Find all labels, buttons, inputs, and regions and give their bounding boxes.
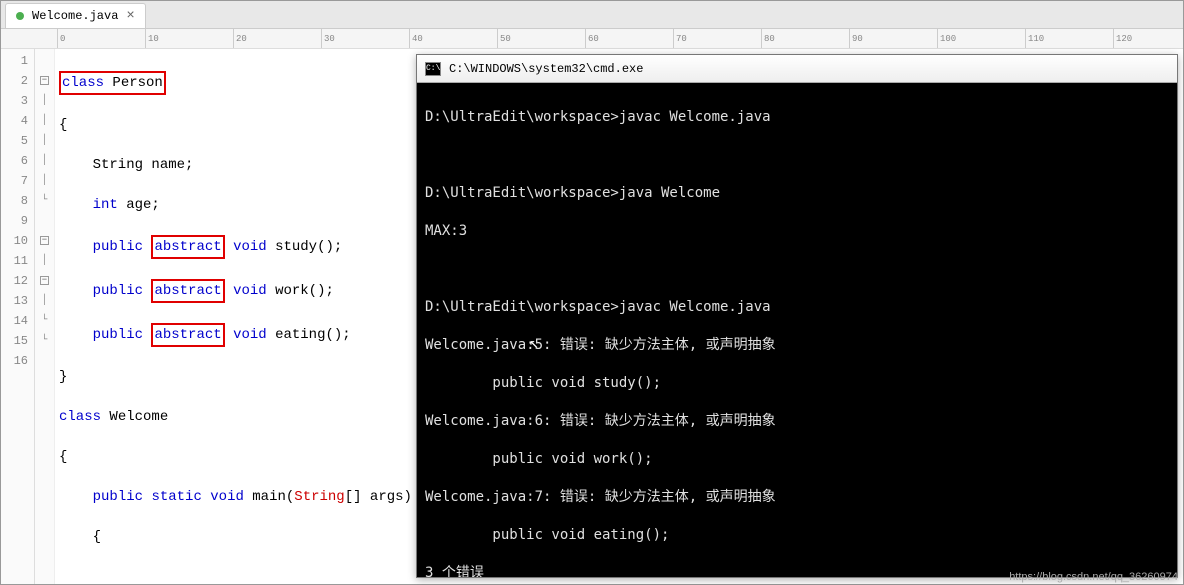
code-token: void (233, 283, 267, 299)
code-token: public (93, 239, 143, 255)
cmd-line: public void work(); (425, 450, 1169, 469)
cmd-line: public void study(); (425, 374, 1169, 393)
code-token: study(); (267, 239, 343, 255)
line-number: 11 (1, 251, 28, 271)
code-token (143, 283, 151, 299)
code-token (202, 489, 210, 505)
code-token: age; (118, 197, 160, 213)
code-token (225, 283, 233, 299)
code-token: Welcome (101, 409, 168, 425)
line-number: 16 (1, 351, 28, 371)
cmd-line: D:\UltraEdit\workspace>javac Welcome.jav… (425, 298, 1169, 317)
ruler-tick: 80 (761, 29, 849, 48)
code-token (143, 239, 151, 255)
line-number: 9 (1, 211, 28, 231)
line-number: 1 (1, 51, 28, 71)
fold-minus-icon[interactable]: − (40, 276, 49, 285)
line-number: 5 (1, 131, 28, 151)
tab-bar: Welcome.java × (1, 1, 1183, 29)
tab-welcome-java[interactable]: Welcome.java × (5, 3, 146, 28)
line-number: 3 (1, 91, 28, 111)
watermark: https://blog.csdn.net/qq_36260974 (1009, 571, 1178, 583)
ruler-tick: 40 (409, 29, 497, 48)
code-token (143, 327, 151, 343)
cmd-titlebar[interactable]: C:\ C:\WINDOWS\system32\cmd.exe (417, 55, 1177, 83)
cmd-line: D:\UltraEdit\workspace>java Welcome (425, 184, 1169, 203)
code-token (59, 327, 93, 343)
line-number: 2 (1, 71, 28, 91)
fold-minus-icon[interactable]: − (40, 236, 49, 245)
code-token: main( (244, 489, 294, 505)
code-token: void (233, 239, 267, 255)
ruler-tick: 110 (1025, 29, 1113, 48)
cmd-icon: C:\ (425, 62, 441, 76)
code-token (59, 197, 93, 213)
code-token: abstract (154, 283, 221, 299)
code-token: class (59, 409, 101, 425)
code-token: abstract (154, 239, 221, 255)
code-token: public (93, 283, 143, 299)
code-token: int (93, 197, 118, 213)
ruler-tick: 70 (673, 29, 761, 48)
fold-column: − │││││└ − │ − │└└ (35, 49, 55, 584)
ruler-tick: 50 (497, 29, 585, 48)
tab-label: Welcome.java (32, 9, 118, 23)
code-token: [] args) (345, 489, 412, 505)
ruler-tick: 100 (937, 29, 1025, 48)
code-token: public (93, 327, 143, 343)
code-token (59, 239, 93, 255)
cmd-window[interactable]: C:\ C:\WINDOWS\system32\cmd.exe D:\Ultra… (416, 54, 1178, 578)
cmd-title-text: C:\WINDOWS\system32\cmd.exe (449, 62, 643, 76)
cmd-body[interactable]: D:\UltraEdit\workspace>javac Welcome.jav… (417, 83, 1177, 577)
cmd-line: public void eating(); (425, 526, 1169, 545)
code-token: void (210, 489, 244, 505)
cmd-line: D:\UltraEdit\workspace>javac Welcome.jav… (425, 108, 1169, 127)
line-number: 8 (1, 191, 28, 211)
code-token: class (62, 75, 104, 91)
line-number: 6 (1, 151, 28, 171)
ruler-tick: 30 (321, 29, 409, 48)
line-number: 7 (1, 171, 28, 191)
line-number: 13 (1, 291, 28, 311)
cmd-line: Welcome.java:7: 错误: 缺少方法主体, 或声明抽象 (425, 488, 1169, 507)
modified-dot-icon (16, 12, 24, 20)
code-token: Person (104, 75, 163, 91)
ruler-tick: 90 (849, 29, 937, 48)
code-token (59, 283, 93, 299)
line-gutter: 1 2 3 4 5 6 7 8 9 10 11 12 13 14 15 16 (1, 49, 35, 584)
code-token (59, 489, 93, 505)
line-number: 15 (1, 331, 28, 351)
line-number: 12 (1, 271, 28, 291)
fold-minus-icon[interactable]: − (40, 76, 49, 85)
code-token: static (151, 489, 201, 505)
ruler: 0 10 20 30 40 50 60 70 80 90 100 110 120… (1, 29, 1183, 49)
mouse-cursor-icon: ↖ (529, 333, 539, 352)
code-token (225, 327, 233, 343)
ruler-tick: 10 (145, 29, 233, 48)
ruler-tick: 0 (57, 29, 145, 48)
ruler-tick: 120 (1113, 29, 1183, 48)
ruler-tick: 60 (585, 29, 673, 48)
close-icon[interactable]: × (126, 8, 134, 24)
code-token: void (233, 327, 267, 343)
line-number: 4 (1, 111, 28, 131)
ruler-tick: 20 (233, 29, 321, 48)
code-token: work(); (267, 283, 334, 299)
line-number: 10 (1, 231, 28, 251)
line-number: 14 (1, 311, 28, 331)
cmd-line: MAX:3 (425, 222, 1169, 241)
code-token (225, 239, 233, 255)
code-token: eating(); (267, 327, 351, 343)
code-token: String (294, 489, 344, 505)
code-token: public (93, 489, 143, 505)
code-token: abstract (154, 327, 221, 343)
cmd-line: Welcome.java:6: 错误: 缺少方法主体, 或声明抽象 (425, 412, 1169, 431)
